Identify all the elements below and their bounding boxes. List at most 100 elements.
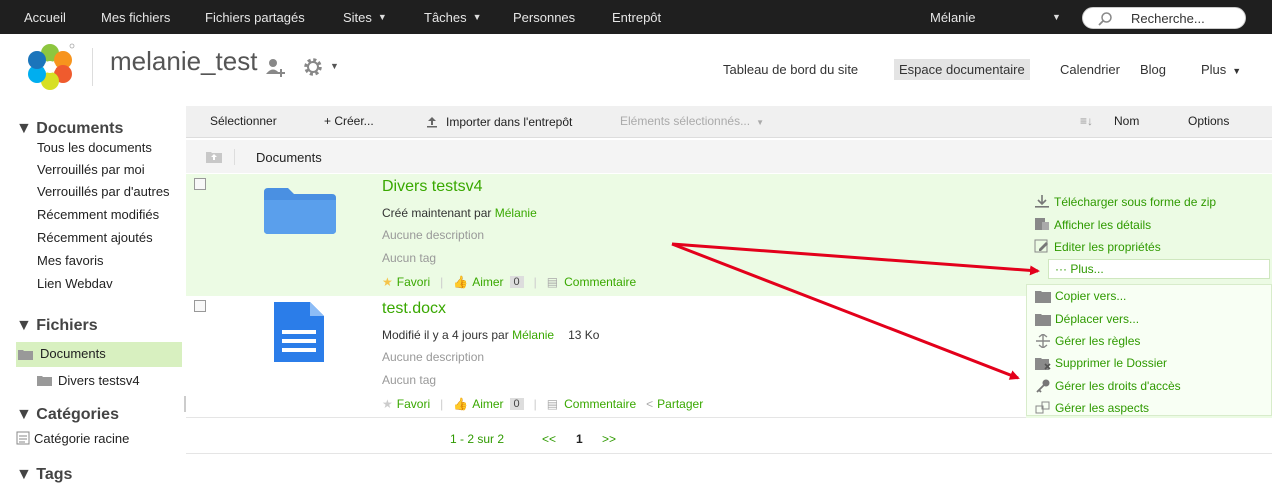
menu-home[interactable]: Accueil <box>24 0 66 34</box>
menu-home-label: Accueil <box>24 9 66 25</box>
sidebar-heading-files[interactable]: ▼ Fichiers <box>16 317 98 335</box>
star-icon: ★ <box>382 275 393 289</box>
upload-button[interactable]: Importer dans l'entrepôt <box>426 114 572 129</box>
menu-repository[interactable]: Entrepôt <box>612 0 661 34</box>
list-item-folder[interactable]: Divers testsv4 Créé maintenant par Mélan… <box>186 174 1026 296</box>
author-link[interactable]: Mélanie <box>512 328 554 342</box>
pagination-range: 1 - 2 sur 2 <box>450 432 505 446</box>
like-link[interactable]: Aimer <box>472 275 503 289</box>
action-move-to[interactable]: Déplacer vers... <box>1055 312 1139 326</box>
upload-label: Importer dans l'entrepôt <box>446 115 573 129</box>
nav-blog[interactable]: Blog <box>1135 59 1171 80</box>
document-toolbar: Sélectionner + Créer... Importer dans l'… <box>186 106 1272 138</box>
tree-item-root-category[interactable]: Catégorie racine <box>16 429 129 446</box>
comment-link[interactable]: Commentaire <box>564 397 636 411</box>
action-edit-properties[interactable]: Editer les propriétés <box>1054 240 1161 254</box>
action-view-details[interactable]: Afficher les détails <box>1054 218 1151 232</box>
action-manage-permissions[interactable]: Gérer les droits d'accès <box>1055 379 1181 393</box>
item-meta: Créé maintenant par Mélanie <box>382 206 537 220</box>
sidebar-heading-categories[interactable]: ▼ Catégories <box>16 406 119 424</box>
item-actions-panel: Télécharger sous forme de zip Afficher l… <box>1026 174 1272 418</box>
item-social-actions: ★ Favori | 👍 Aimer 0 | ▤ Commentaire <box>382 275 636 289</box>
folder-up-icon[interactable] <box>206 149 222 163</box>
create-button[interactable]: + Créer... <box>324 114 374 128</box>
nav-more[interactable]: Plus ▼ <box>1196 59 1246 80</box>
breadcrumb[interactable]: Documents <box>256 150 322 165</box>
like-link[interactable]: Aimer <box>472 397 503 411</box>
filter-locked-by-others[interactable]: Verrouillés par d'autres <box>37 184 170 199</box>
menu-shared-files[interactable]: Fichiers partagés <box>205 0 305 34</box>
filter-all-documents[interactable]: Tous les documents <box>37 140 152 155</box>
gear-icon[interactable] <box>302 56 324 78</box>
pagination-next[interactable]: >> <box>602 432 616 446</box>
row-checkbox[interactable] <box>194 300 206 312</box>
tree-item-divers-testsv4[interactable]: Divers testsv4 <box>37 373 140 388</box>
tree-item-documents[interactable]: Documents <box>16 342 182 367</box>
top-menu-bar: Accueil Mes fichiers Fichiers partagés S… <box>0 0 1272 34</box>
more-actions-button[interactable]: ··· Plus... <box>1048 259 1270 279</box>
user-menu[interactable]: Mélanie <box>930 0 976 34</box>
word-document-icon <box>274 302 324 362</box>
nav-label: Calendrier <box>1060 62 1120 77</box>
menu-shared-files-label: Fichiers partagés <box>205 9 305 25</box>
menu-sites[interactable]: Sites ▼ <box>343 0 387 34</box>
selected-items-menu: Eléments sélectionnés... ▼ <box>620 114 764 128</box>
menu-my-files[interactable]: Mes fichiers <box>101 0 170 34</box>
folder-icon <box>264 188 336 234</box>
category-icon <box>16 431 30 445</box>
header-divider <box>92 48 93 86</box>
pagination: 1 - 2 sur 2 << 1 >> <box>186 420 1272 454</box>
sidebar-heading-documents[interactable]: ▼ Documents <box>16 120 123 138</box>
menu-people[interactable]: Personnes <box>513 0 575 34</box>
item-title[interactable]: Divers testsv4 <box>382 178 482 196</box>
menu-tasks[interactable]: Tâches ▼ <box>424 0 482 34</box>
filter-locked-by-me[interactable]: Verrouillés par moi <box>37 162 145 177</box>
nav-site-dashboard[interactable]: Tableau de bord du site <box>718 59 863 80</box>
author-link[interactable]: Mélanie <box>495 206 537 220</box>
favorite-link[interactable]: Favori <box>397 275 430 289</box>
pagination-prev[interactable]: << <box>542 432 556 446</box>
action-manage-rules[interactable]: Gérer les règles <box>1055 334 1140 348</box>
sidebar-heading-tags[interactable]: ▼ Tags <box>16 466 72 484</box>
add-member-icon[interactable] <box>264 56 286 78</box>
filter-webdav-link[interactable]: Lien Webdav <box>37 276 113 291</box>
app-window: Accueil Mes fichiers Fichiers partagés S… <box>0 0 1272 492</box>
filter-my-favorites[interactable]: Mes favoris <box>37 253 103 268</box>
search-input[interactable]: Recherche... <box>1082 7 1246 29</box>
row-checkbox[interactable] <box>194 178 206 190</box>
search-placeholder: Recherche... <box>1131 11 1205 26</box>
action-delete-folder[interactable]: Supprimer le Dossier <box>1055 356 1167 370</box>
star-icon: ★ <box>382 397 393 411</box>
list-item-document[interactable]: test.docx Modifié il y a 4 jours par Mél… <box>186 296 1026 418</box>
options-button[interactable]: Options <box>1188 114 1229 128</box>
caret-down-icon: ▼ <box>377 12 387 22</box>
filter-recently-added[interactable]: Récemment ajoutés <box>37 230 153 245</box>
user-menu-caret[interactable]: ▼ <box>1046 0 1061 34</box>
nav-label: Blog <box>1140 62 1167 77</box>
action-download-zip[interactable]: Télécharger sous forme de zip <box>1054 195 1216 209</box>
nav-document-library[interactable]: Espace documentaire <box>894 59 1030 80</box>
item-title[interactable]: test.docx <box>382 300 446 318</box>
nav-label: Plus <box>1201 62 1227 77</box>
comment-link[interactable]: Commentaire <box>564 275 636 289</box>
favorite-link[interactable]: Favori <box>397 397 430 411</box>
share-link[interactable]: Partager <box>657 397 703 411</box>
tree-item-label: Catégorie racine <box>34 431 130 446</box>
menu-tasks-label: Tâches <box>424 9 467 25</box>
sort-field-button[interactable]: Nom <box>1114 114 1139 128</box>
filter-recently-modified[interactable]: Récemment modifiés <box>37 207 159 222</box>
action-manage-aspects[interactable]: Gérer les aspects <box>1055 401 1149 415</box>
selected-items-label: Eléments sélectionnés... <box>620 114 751 128</box>
caret-down-icon[interactable]: ▼ <box>330 61 339 71</box>
select-button[interactable]: Sélectionner <box>210 114 277 128</box>
menu-repository-label: Entrepôt <box>612 9 662 25</box>
comment-icon: ▤ <box>546 275 559 289</box>
separator: | <box>440 275 444 289</box>
menu-sites-label: Sites <box>343 9 372 25</box>
sort-direction-icon[interactable]: ≡↓ <box>1080 114 1093 128</box>
nav-calendar[interactable]: Calendrier <box>1055 59 1125 80</box>
item-tags: Aucun tag <box>382 373 437 387</box>
item-description: Aucune description <box>382 228 485 242</box>
action-copy-to[interactable]: Copier vers... <box>1055 289 1126 303</box>
move-folder-icon <box>1035 314 1051 326</box>
